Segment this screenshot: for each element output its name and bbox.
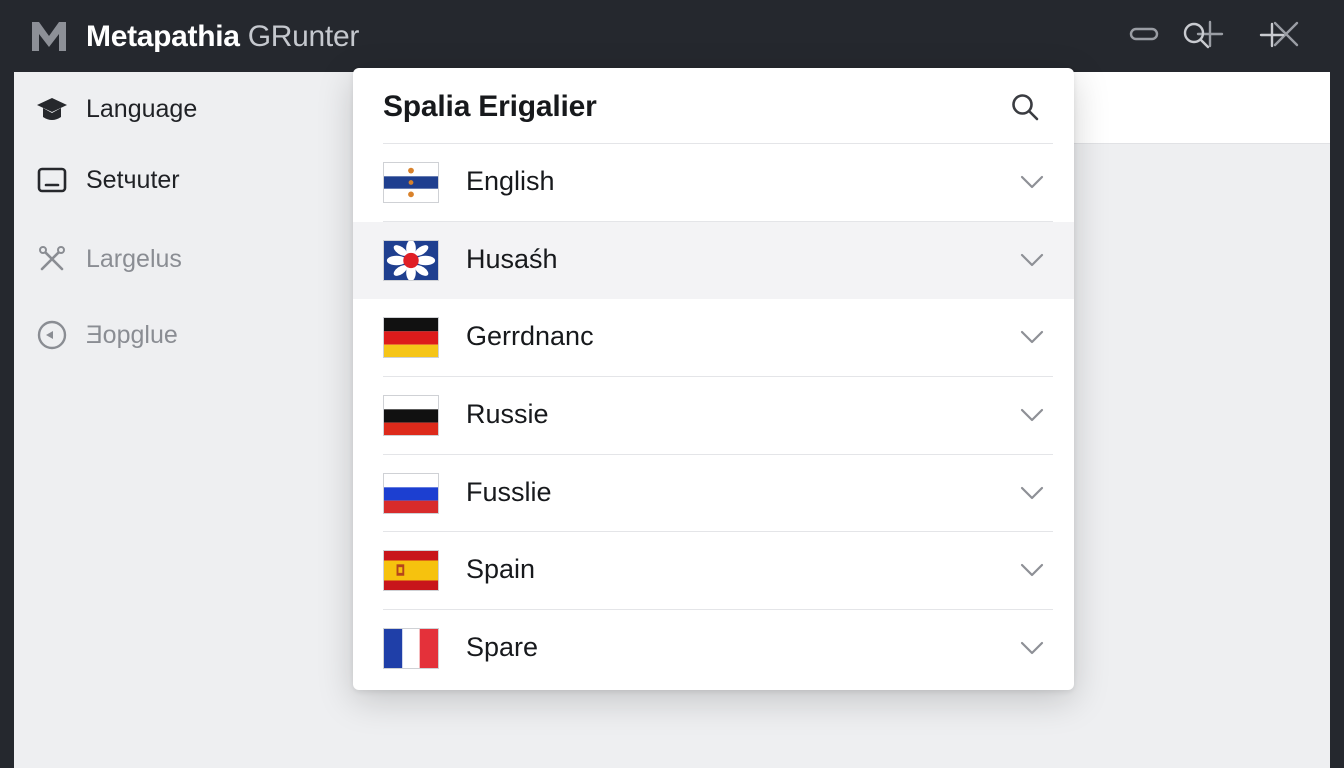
search-icon bbox=[1010, 92, 1040, 127]
language-name: English bbox=[466, 166, 555, 196]
minimize-icon bbox=[1129, 27, 1159, 46]
language-name: Spain bbox=[466, 554, 536, 585]
toolbar-add-button[interactable] bbox=[1257, 22, 1287, 52]
language-option-spare[interactable]: Spare bbox=[353, 610, 1074, 688]
language-name: Russie bbox=[466, 399, 549, 430]
app-title-bold: Metapathia bbox=[86, 20, 240, 53]
language-option-spain[interactable]: Spain bbox=[353, 532, 1074, 611]
flag-icon bbox=[383, 239, 439, 281]
minimize-button[interactable] bbox=[1126, 18, 1162, 54]
sidebar-item-largelus[interactable]: Largelus bbox=[36, 239, 356, 279]
chevron-down-icon bbox=[1019, 327, 1045, 347]
flag-icon bbox=[383, 317, 439, 359]
dropdown-search-button[interactable] bbox=[1008, 92, 1042, 126]
flag-icon bbox=[383, 472, 439, 514]
toolbar bbox=[1074, 72, 1330, 144]
sidebar-item-settings[interactable]: Setчuter bbox=[36, 160, 356, 200]
chevron-down-icon bbox=[1019, 483, 1045, 503]
graduation-cap-icon bbox=[36, 93, 68, 125]
language-name: Gerrdnanc bbox=[466, 321, 594, 352]
app-title: Metapathia GRunter bbox=[86, 19, 359, 55]
sidebar-item-label: Setчuter bbox=[86, 165, 180, 194]
sidebar-item-label: Largelus bbox=[86, 244, 182, 273]
dropdown-title: Spalia Erigalier bbox=[383, 90, 597, 123]
toolbar-search-button[interactable] bbox=[1181, 22, 1211, 52]
language-option-husash[interactable]: Husaśh bbox=[353, 221, 1074, 300]
sidebar-item-label: Ǝopglue bbox=[86, 320, 178, 349]
app-title-light: GRunter bbox=[239, 20, 360, 53]
language-option-gerrdnanc[interactable]: Gerrdnanc bbox=[353, 299, 1074, 378]
language-dropdown: Spalia Erigalier English Husaśh Gerrdnan… bbox=[353, 68, 1074, 690]
refresh-circle-icon bbox=[36, 319, 68, 351]
language-list: English Husaśh Gerrdnanc Russie Fusslie … bbox=[353, 144, 1074, 688]
flag-icon bbox=[383, 395, 439, 437]
chevron-down-icon bbox=[1019, 560, 1045, 580]
language-option-fusslie[interactable]: Fusslie bbox=[353, 455, 1074, 533]
sidebar-item-language[interactable]: Language bbox=[36, 89, 356, 129]
monitor-icon bbox=[36, 164, 68, 196]
tools-icon bbox=[36, 243, 68, 275]
m-logo-icon bbox=[30, 19, 68, 53]
sidebar-item-label: Language bbox=[86, 94, 198, 123]
language-name: Fusslie bbox=[466, 476, 552, 507]
sidebar-item-google[interactable]: Ǝopglue bbox=[36, 315, 356, 355]
language-name: Spare bbox=[466, 632, 539, 663]
chevron-down-icon bbox=[1019, 638, 1045, 658]
chevron-down-icon bbox=[1019, 250, 1045, 270]
flag-icon bbox=[383, 550, 439, 592]
language-option-russie[interactable]: Russie bbox=[353, 377, 1074, 455]
language-option-english[interactable]: English bbox=[353, 144, 1074, 222]
search-icon bbox=[1182, 21, 1210, 54]
flag-icon bbox=[383, 162, 439, 203]
chevron-down-icon bbox=[1019, 172, 1045, 192]
title-bar: Metapathia GRunter bbox=[0, 0, 1344, 72]
flag-icon bbox=[383, 628, 439, 670]
chevron-down-icon bbox=[1019, 405, 1045, 425]
plus-icon bbox=[1259, 22, 1285, 53]
language-name: Husaśh bbox=[466, 243, 558, 274]
